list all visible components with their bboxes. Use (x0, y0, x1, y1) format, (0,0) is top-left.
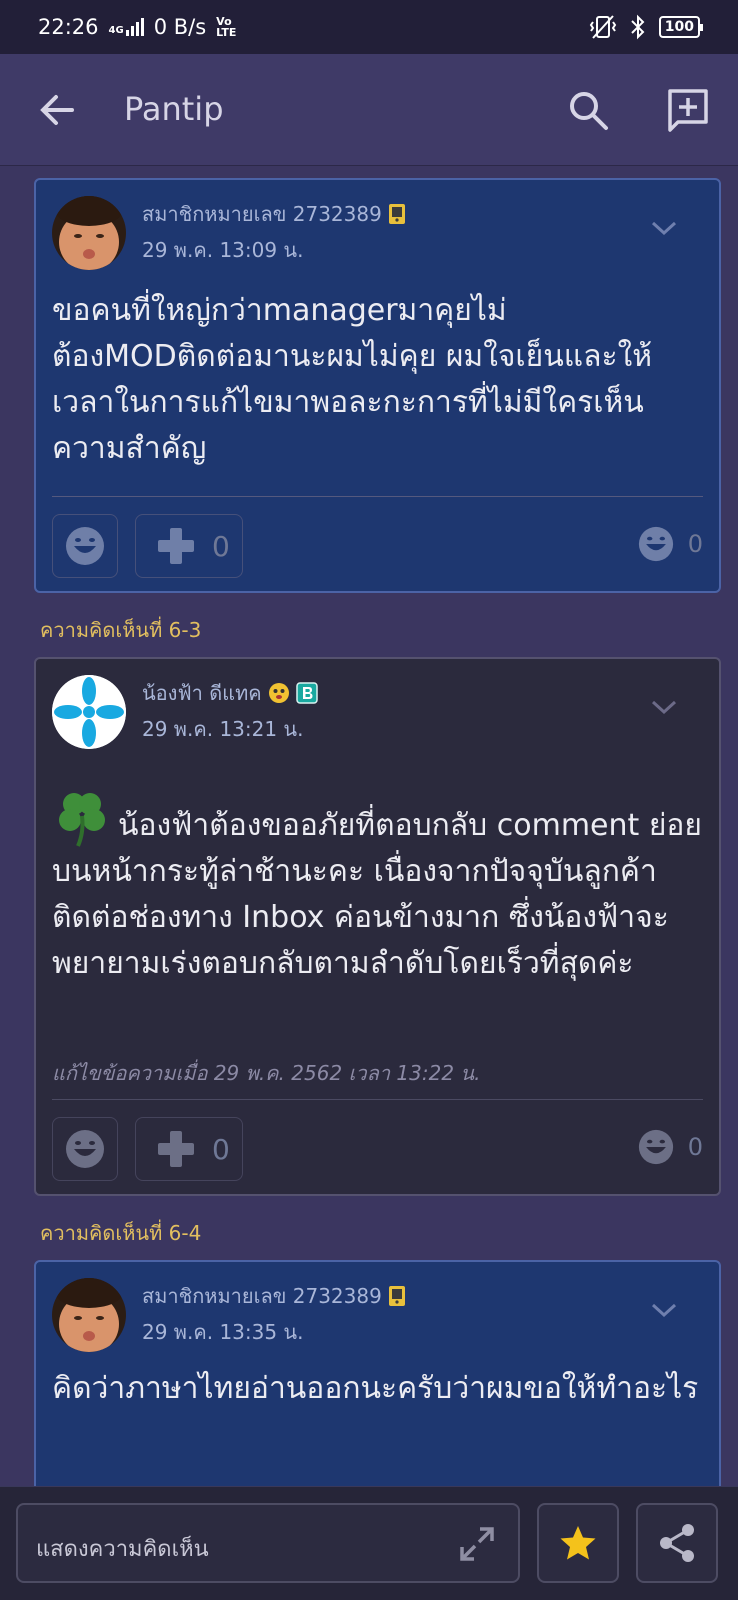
expand-icon[interactable] (458, 1525, 496, 1563)
app-bar: Pantip (0, 54, 738, 166)
mobile-badge-icon (388, 1286, 405, 1306)
smile-icon (66, 527, 104, 565)
battery-icon: 100 (658, 16, 704, 38)
back-arrow-icon[interactable] (36, 88, 80, 132)
avatar[interactable] (52, 196, 126, 270)
comment-number-label: ความคิดเห็นที่ 6-4 (40, 1221, 202, 1245)
comment-number-label: ความคิดเห็นที่ 6-3 (40, 618, 202, 642)
chevron-down-icon[interactable] (649, 218, 679, 238)
clover-icon (59, 792, 105, 847)
comment-body: คิดว่าภาษาไทยอ่านออกนะครับว่าผมขอให้ทำอะ… (52, 1371, 699, 1406)
divider (52, 496, 703, 497)
vibrate-icon (589, 15, 616, 39)
comment-card: น้องฟ้า ดีแทค 29 พ.ค. 13:21 น. น้องฟ้าต้… (34, 657, 721, 1196)
bluetooth-icon (631, 14, 645, 40)
comment-date: 29 พ.ค. 13:09 น. (142, 238, 304, 262)
share-icon (660, 1524, 694, 1562)
smile-icon (638, 1129, 673, 1165)
comment-date: 29 พ.ค. 13:35 น. (142, 1320, 304, 1344)
comment-card: สมาชิกหมายเลข 2732389 29 พ.ค. 13:35 น. ค… (34, 1260, 721, 1520)
comment-placeholder: แสดงความคิดเห็น (36, 1537, 209, 1562)
status-bar: 22:26 4G 0 B/s Vo LTE 100 (0, 0, 738, 54)
author-name[interactable]: สมาชิกหมายเลข 2732389 (142, 1280, 406, 1312)
smile-icon (638, 526, 673, 562)
emotion-button[interactable] (52, 514, 118, 578)
data-speed: 0 B/s (153, 15, 207, 39)
plus-icon (158, 1131, 194, 1167)
comment-body: น้องฟ้าต้องขออภัยที่ตอบกลับ comment ย่อย… (52, 792, 703, 987)
emoji-badge-icon (268, 683, 289, 703)
volte-icon: Vo LTE (216, 15, 237, 39)
favorite-button[interactable] (537, 1503, 619, 1583)
chevron-down-icon[interactable] (649, 697, 679, 717)
share-button[interactable] (636, 1503, 718, 1583)
reaction-count[interactable]: 0 (638, 1129, 703, 1165)
bottom-bar: แสดงความคิดเห็น (0, 1486, 738, 1600)
comment-date: 29 พ.ค. 13:21 น. (142, 717, 304, 741)
comment-body: ขอคนที่ใหญ่กว่าmanagerมาคุยไม่ต้องMODติด… (52, 293, 653, 466)
status-time: 22:26 (38, 15, 99, 39)
author-name[interactable]: น้องฟ้า ดีแทค (142, 677, 318, 709)
signal-icon: 4G (109, 18, 144, 36)
avatar[interactable] (52, 675, 126, 749)
divider (52, 1099, 703, 1100)
emotion-button[interactable] (52, 1117, 118, 1181)
business-badge-icon (295, 682, 318, 704)
edited-note: แก้ไขข้อความเมื่อ 29 พ.ค. 2562 เวลา 13:2… (52, 1061, 481, 1085)
mobile-badge-icon (388, 204, 405, 224)
plus-vote-button[interactable]: 0 (135, 1117, 243, 1181)
star-icon (560, 1526, 596, 1560)
plus-count: 0 (212, 529, 230, 563)
network-type: 4G (108, 25, 124, 36)
search-icon[interactable] (566, 88, 610, 132)
avatar[interactable] (52, 1278, 126, 1352)
new-post-icon[interactable] (664, 86, 712, 134)
chevron-down-icon[interactable] (649, 1300, 679, 1320)
comment-input[interactable]: แสดงความคิดเห็น (16, 1503, 520, 1583)
smile-icon (66, 1130, 104, 1168)
author-name[interactable]: สมาชิกหมายเลข 2732389 (142, 198, 406, 230)
comment-card: สมาชิกหมายเลข 2732389 29 พ.ค. 13:09 น. ข… (34, 178, 721, 593)
plus-vote-button[interactable]: 0 (135, 514, 243, 578)
app-title: Pantip (124, 90, 224, 128)
reaction-count[interactable]: 0 (638, 526, 703, 562)
plus-count: 0 (212, 1132, 230, 1166)
plus-icon (158, 528, 194, 564)
